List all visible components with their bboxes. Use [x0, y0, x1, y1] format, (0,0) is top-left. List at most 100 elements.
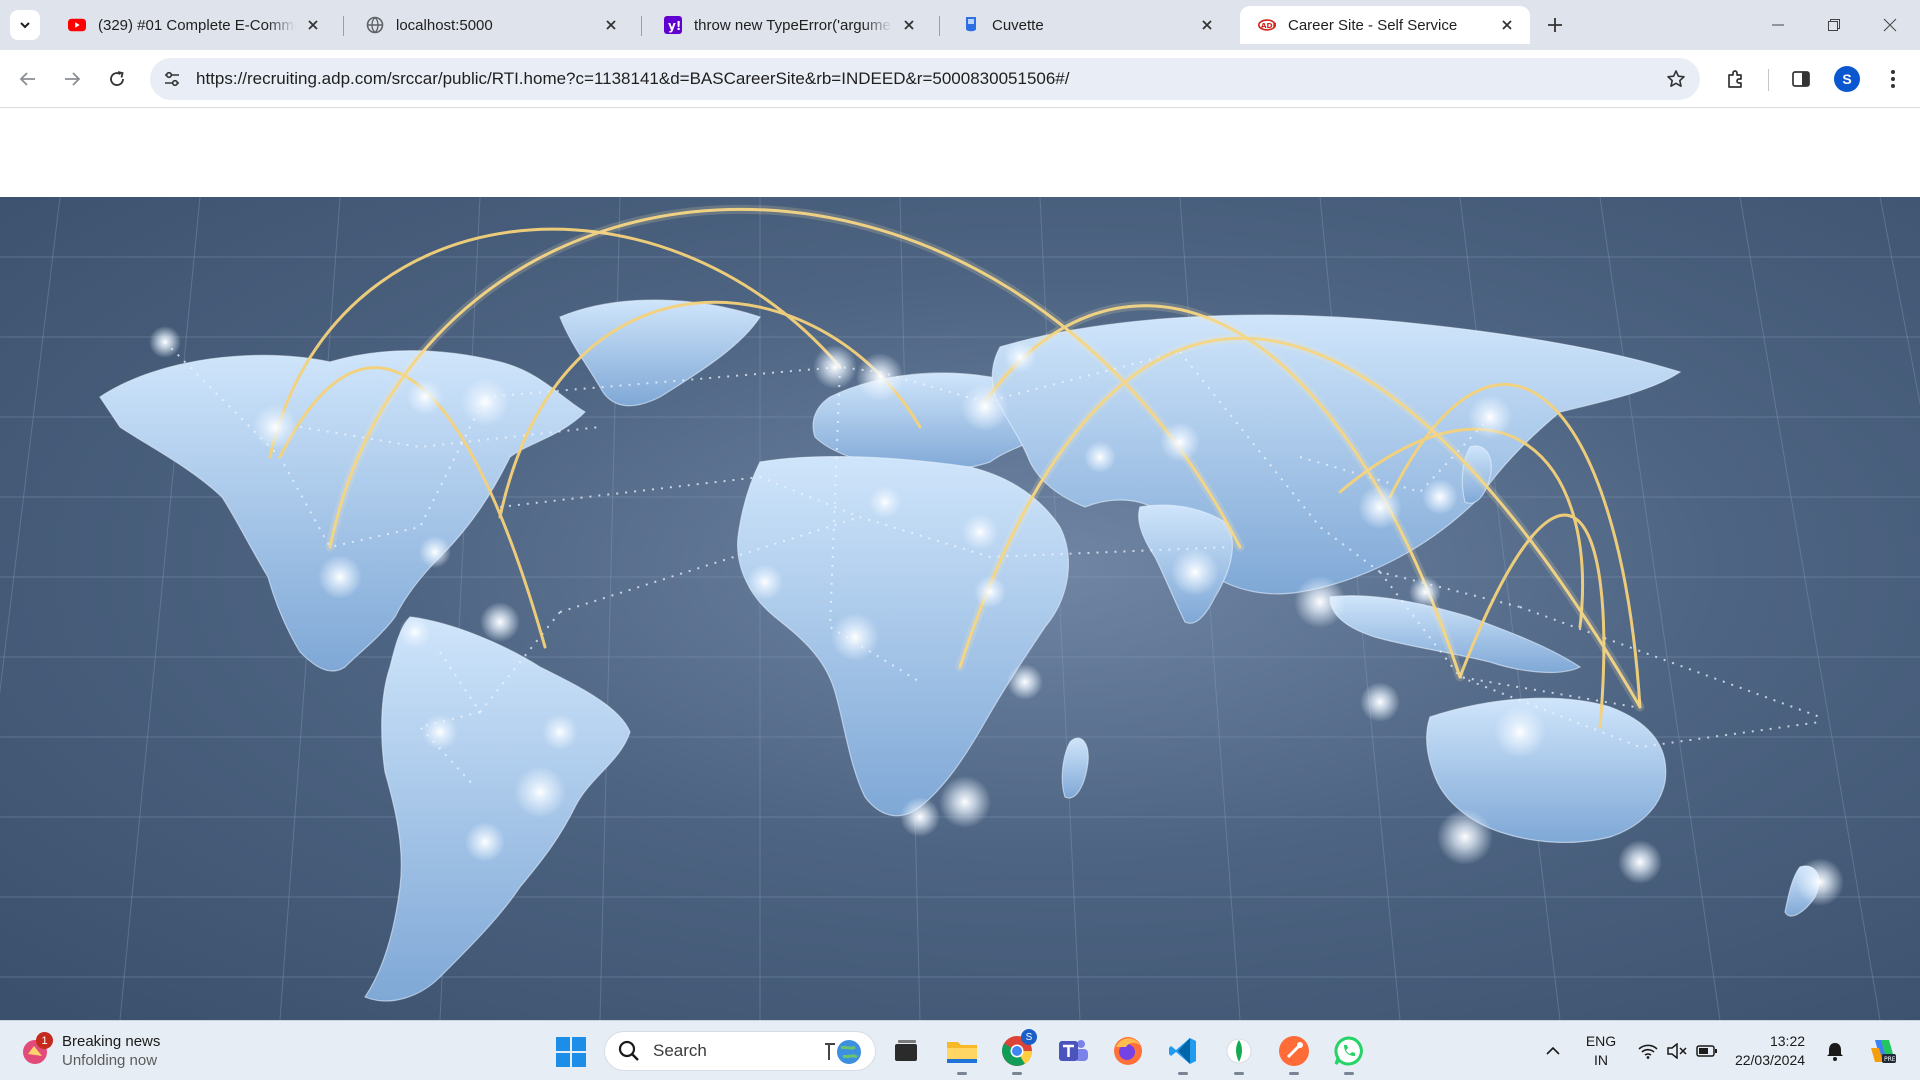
arrow-left-icon	[19, 72, 35, 86]
teams-icon	[1059, 1040, 1088, 1061]
clock[interactable]: 13:22 22/03/2024	[1724, 1021, 1816, 1080]
volume-muted-icon	[1667, 1043, 1687, 1059]
tab-title: (329) #01 Complete E-Commerce	[98, 16, 296, 34]
running-indicator	[1289, 1072, 1299, 1075]
yahoo-icon: y!	[664, 16, 682, 34]
search-icon	[618, 1040, 639, 1061]
vscode-icon	[1169, 1038, 1196, 1064]
volume-status[interactable]	[1662, 1021, 1692, 1080]
tab-career-site[interactable]: ADP Career Site - Self Service	[1240, 6, 1530, 44]
news-subtitle: Unfolding now	[62, 1052, 158, 1069]
site-settings-icon[interactable]	[160, 67, 184, 91]
tab-localhost[interactable]: localhost:5000	[348, 6, 634, 44]
adp-icon: ADP	[1258, 16, 1276, 34]
taskbar-teams[interactable]	[1055, 1033, 1091, 1069]
time-text: 13:22	[1769, 1033, 1806, 1049]
forward-button[interactable]	[56, 63, 88, 95]
language-indicator[interactable]: ENG IN	[1578, 1021, 1624, 1080]
news-title: Breaking news	[62, 1033, 161, 1050]
running-indicator	[1178, 1072, 1188, 1075]
close-icon[interactable]	[1198, 16, 1216, 34]
tab-title: throw new TypeError('argument	[694, 16, 892, 34]
taskbar-mongodb-compass[interactable]	[1221, 1033, 1257, 1075]
mongodb-compass-icon	[1226, 1038, 1252, 1064]
task-view-icon	[895, 1040, 917, 1061]
greenland-shape	[559, 299, 761, 407]
tab-search-button[interactable]	[10, 10, 40, 40]
taskbar-firefox[interactable]	[1110, 1033, 1146, 1069]
minimize-icon	[1772, 24, 1784, 26]
chevron-up-icon	[1546, 1046, 1560, 1055]
tab-separator	[343, 16, 344, 36]
windows-taskbar: 1 Breaking news Unfolding now Search S E…	[0, 1020, 1920, 1080]
close-icon	[1883, 18, 1897, 32]
firefox-icon	[1114, 1037, 1142, 1065]
taskbar-chrome[interactable]: S	[999, 1029, 1037, 1075]
globe-icon	[366, 16, 384, 34]
side-panel-button[interactable]	[1785, 63, 1817, 95]
tab-strip: (329) #01 Complete E-Commerce localhost:…	[0, 0, 1920, 50]
tab-separator	[939, 16, 940, 36]
taskbar-postman[interactable]	[1276, 1033, 1312, 1075]
task-view-button[interactable]	[888, 1033, 924, 1069]
cuvette-icon	[962, 16, 980, 34]
bell-snooze-icon	[1827, 1043, 1843, 1061]
address-bar[interactable]: https://recruiting.adp.com/srccar/public…	[150, 58, 1700, 100]
tab-yahoo[interactable]: y! throw new TypeError('argument	[646, 6, 932, 44]
close-icon[interactable]	[1498, 16, 1516, 34]
restore-button[interactable]	[1806, 0, 1862, 50]
url-text[interactable]: https://recruiting.adp.com/srccar/public…	[196, 58, 1069, 100]
region-code: IN	[1594, 1052, 1608, 1068]
chrome-menu-button[interactable]	[1877, 63, 1909, 95]
tab-cuvette[interactable]: Cuvette	[944, 6, 1230, 44]
taskbar-whatsapp[interactable]	[1331, 1033, 1367, 1075]
svg-text:y!: y!	[668, 19, 681, 33]
tab-youtube[interactable]: (329) #01 Complete E-Commerce	[50, 6, 336, 44]
toolbar-divider	[1768, 69, 1769, 91]
profile-avatar[interactable]: S	[1834, 66, 1860, 92]
taskbar-vscode[interactable]	[1165, 1033, 1201, 1075]
chrome-profile-badge: S	[1021, 1029, 1037, 1045]
youtube-icon	[68, 16, 86, 34]
notifications-button[interactable]	[1820, 1021, 1850, 1080]
windows-logo-icon	[556, 1037, 586, 1067]
battery-icon	[1696, 1045, 1717, 1057]
reload-icon	[110, 71, 124, 86]
side-panel-icon	[1792, 71, 1810, 87]
browser-toolbar: https://recruiting.adp.com/srccar/public…	[0, 50, 1920, 108]
minimize-button[interactable]	[1750, 0, 1806, 50]
tab-title: localhost:5000	[396, 16, 493, 34]
news-widget-icon: 1	[20, 1032, 53, 1066]
whatsapp-icon	[1334, 1036, 1363, 1066]
restore-icon	[1828, 19, 1840, 31]
postman-icon	[1279, 1036, 1309, 1066]
bookmark-star-icon[interactable]	[1664, 67, 1688, 91]
running-indicator	[1012, 1072, 1022, 1075]
news-widget[interactable]: 1 Breaking news Unfolding now	[20, 1029, 160, 1073]
start-button[interactable]	[555, 1036, 587, 1068]
close-icon[interactable]	[900, 16, 918, 34]
close-window-button[interactable]	[1862, 0, 1918, 50]
new-tab-button[interactable]	[1541, 11, 1569, 39]
close-icon[interactable]	[304, 16, 322, 34]
battery-status[interactable]	[1692, 1021, 1722, 1080]
wifi-status[interactable]	[1632, 1021, 1664, 1080]
plus-icon	[1548, 18, 1562, 32]
arrow-right-icon	[65, 72, 81, 86]
notification-badge: 1	[36, 1032, 53, 1049]
copilot-button[interactable]: PRE	[1862, 1021, 1902, 1080]
extensions-button[interactable]	[1719, 63, 1751, 95]
taskbar-search[interactable]: Search	[604, 1031, 876, 1071]
close-icon[interactable]	[602, 16, 620, 34]
puzzle-piece-icon	[1728, 70, 1742, 88]
running-indicator	[1344, 1072, 1354, 1075]
reload-button[interactable]	[101, 63, 133, 95]
back-button[interactable]	[12, 63, 44, 95]
chevron-down-icon	[20, 22, 30, 29]
copilot-icon: PRE	[1871, 1040, 1896, 1063]
taskbar-file-explorer[interactable]	[944, 1033, 980, 1075]
africa-shape	[737, 455, 1070, 817]
south-america-shape	[364, 616, 631, 1002]
show-hidden-icons-button[interactable]	[1536, 1021, 1570, 1080]
running-indicator	[1234, 1072, 1244, 1075]
